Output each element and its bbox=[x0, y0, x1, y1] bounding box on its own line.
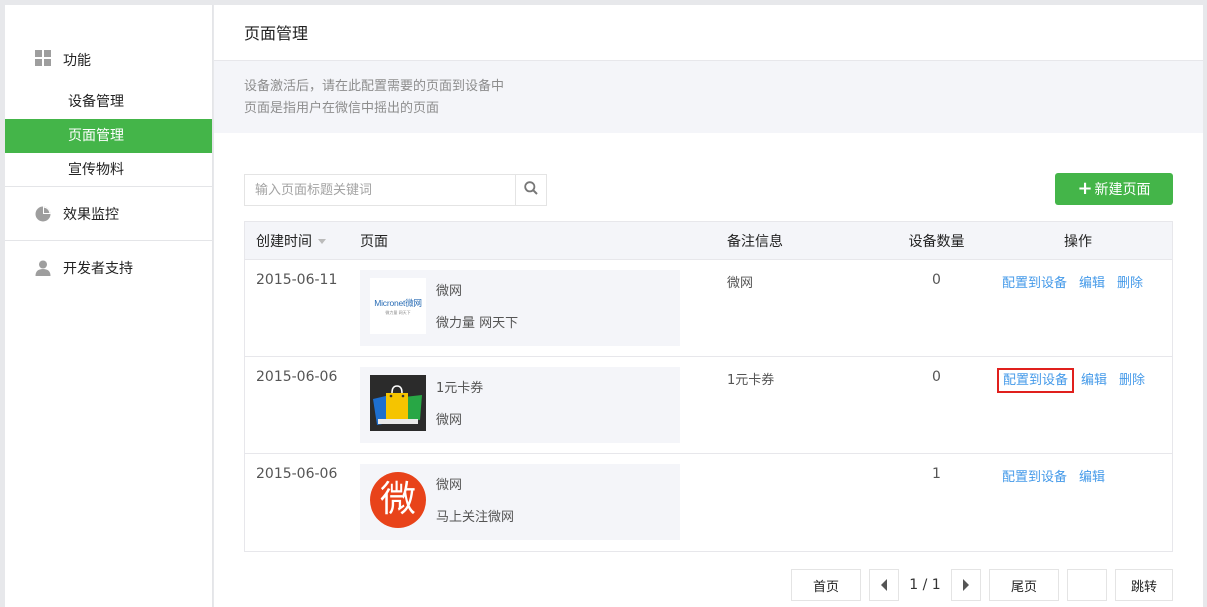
cell-device-count: 1 bbox=[932, 466, 941, 482]
sidebar-item-promo-materials[interactable]: 宣传物料 bbox=[5, 153, 212, 187]
page-title-text: 微网 bbox=[436, 284, 463, 299]
card-text: 1元卡券 微网 bbox=[436, 375, 483, 435]
page-desc-text: 微力量 网天下 bbox=[436, 316, 519, 331]
last-page-button[interactable]: 尾页 bbox=[989, 569, 1059, 601]
header-page: 页面 bbox=[360, 233, 388, 250]
page-title-text: 1元卡券 bbox=[436, 381, 484, 396]
delete-link[interactable]: 删除 bbox=[1119, 373, 1145, 388]
new-page-button[interactable]: + 新建页面 bbox=[1055, 173, 1173, 205]
logo-text: Micronet微网 bbox=[374, 297, 422, 308]
page-card[interactable]: 微 微网 马上关注微网 bbox=[360, 464, 680, 540]
sidebar-item-developer-support[interactable]: 开发者支持 bbox=[5, 241, 212, 294]
sidebar-section-monitor: 效果监控 bbox=[5, 187, 212, 241]
card-text: 微网 微力量 网天下 bbox=[436, 278, 518, 338]
sidebar-item-page-management[interactable]: 页面管理 bbox=[5, 119, 212, 153]
card-text: 微网 马上关注微网 bbox=[436, 472, 514, 532]
page-card[interactable]: 1元卡券 微网 bbox=[360, 367, 680, 443]
sidebar-head-label: 开发者支持 bbox=[63, 260, 133, 277]
sidebar-section-functions: 功能 设备管理 页面管理 宣传物料 bbox=[5, 5, 212, 187]
search-box bbox=[244, 174, 547, 206]
prev-page-button[interactable] bbox=[869, 569, 899, 601]
sidebar-section-developer: 开发者支持 bbox=[5, 241, 212, 294]
cell-note: 微网 bbox=[727, 276, 754, 291]
page-title: 页面管理 bbox=[214, 5, 1203, 61]
table-row: 2015-06-06 微 微网 马上关注微网 1 配置到设备 编辑 bbox=[245, 454, 1172, 551]
edit-link[interactable]: 编辑 bbox=[1079, 276, 1105, 291]
user-icon bbox=[35, 260, 51, 276]
coupon-bags-image bbox=[370, 375, 426, 431]
logo-subtext: 微力量 网天下 bbox=[385, 309, 411, 315]
search-button[interactable] bbox=[515, 175, 546, 205]
notice-line: 设备激活后，请在此配置需要的页面到设备中 bbox=[244, 79, 505, 94]
page-number-input[interactable] bbox=[1067, 569, 1107, 601]
notice-box: 设备激活后，请在此配置需要的页面到设备中 页面是指用户在微信中摇出的页面 bbox=[214, 61, 1203, 133]
cell-created-time: 2015-06-06 bbox=[256, 466, 338, 482]
table-row: 2015-06-11 Micronet微网 微力量 网天下 微网 微力量 网天下… bbox=[245, 260, 1172, 357]
jump-button[interactable]: 跳转 bbox=[1115, 569, 1173, 601]
delete-link[interactable]: 删除 bbox=[1117, 276, 1143, 291]
grid-icon bbox=[35, 50, 51, 66]
cell-created-time: 2015-06-11 bbox=[256, 272, 338, 288]
pages-table: 创建时间 页面 备注信息 设备数量 操作 2015-06-11 Micronet… bbox=[244, 221, 1173, 552]
search-input[interactable] bbox=[245, 175, 515, 205]
cell-actions: 配置到设备 编辑 bbox=[984, 454, 1172, 551]
header-actions: 操作 bbox=[1064, 233, 1092, 250]
caret-left-icon bbox=[881, 579, 887, 591]
pie-chart-icon bbox=[35, 206, 51, 222]
cell-note: 1元卡券 bbox=[727, 373, 775, 388]
cell-page: 微 微网 马上关注微网 bbox=[360, 454, 715, 551]
notice-line: 页面是指用户在微信中摇出的页面 bbox=[244, 101, 440, 116]
cell-page: Micronet微网 微力量 网天下 微网 微力量 网天下 bbox=[360, 260, 715, 356]
cell-page: 1元卡券 微网 bbox=[360, 357, 715, 453]
cell-created-time: 2015-06-06 bbox=[256, 369, 338, 385]
sidebar-head-label: 效果监控 bbox=[63, 206, 119, 223]
edit-link[interactable]: 编辑 bbox=[1081, 373, 1107, 388]
new-page-label: 新建页面 bbox=[1094, 182, 1151, 198]
wei-logo: 微 bbox=[370, 472, 426, 528]
page-title-text: 微网 bbox=[436, 478, 463, 493]
cell-device-count: 0 bbox=[932, 369, 941, 385]
first-page-button[interactable]: 首页 bbox=[791, 569, 861, 601]
logo-text: 微 bbox=[379, 479, 416, 520]
configure-to-device-link[interactable]: 配置到设备 bbox=[996, 368, 1075, 393]
cell-note bbox=[715, 454, 889, 551]
cell-actions: 配置到设备 编辑 删除 bbox=[984, 357, 1172, 453]
sidebar: 功能 设备管理 页面管理 宣传物料 效果监控 开发者支持 bbox=[5, 5, 213, 607]
header-created-time[interactable]: 创建时间 bbox=[245, 231, 360, 251]
sidebar-head-label: 功能 bbox=[63, 53, 91, 69]
header-note: 备注信息 bbox=[727, 233, 783, 250]
toolbar: + 新建页面 bbox=[244, 173, 1173, 207]
micronet-logo: Micronet微网 微力量 网天下 bbox=[370, 278, 426, 334]
page-card[interactable]: Micronet微网 微力量 网天下 微网 微力量 网天下 bbox=[360, 270, 680, 346]
search-icon bbox=[524, 181, 538, 199]
table-row: 2015-06-06 1元卡券 微网 1元卡券 0 配置到设备 编辑 删除 bbox=[245, 357, 1172, 454]
header-device-count: 设备数量 bbox=[908, 233, 965, 250]
sort-down-icon bbox=[318, 239, 326, 244]
configure-to-device-link[interactable]: 配置到设备 bbox=[1002, 470, 1067, 485]
page-desc-text: 微网 bbox=[436, 413, 463, 428]
main-panel: 页面管理 设备激活后，请在此配置需要的页面到设备中 页面是指用户在微信中摇出的页… bbox=[214, 5, 1203, 607]
cell-actions: 配置到设备 编辑 删除 bbox=[984, 260, 1172, 356]
sidebar-item-effect-monitor[interactable]: 效果监控 bbox=[5, 187, 212, 240]
edit-link[interactable]: 编辑 bbox=[1079, 470, 1105, 485]
page-indicator: 1 / 1 bbox=[909, 577, 941, 593]
table-header: 创建时间 页面 备注信息 设备数量 操作 bbox=[245, 222, 1172, 260]
page-desc-text: 马上关注微网 bbox=[436, 510, 515, 525]
next-page-button[interactable] bbox=[951, 569, 981, 601]
configure-to-device-link[interactable]: 配置到设备 bbox=[1002, 276, 1067, 291]
header-label: 创建时间 bbox=[256, 233, 312, 250]
plus-icon: + bbox=[1077, 178, 1093, 199]
cell-device-count: 0 bbox=[932, 272, 941, 288]
sidebar-item-device-management[interactable]: 设备管理 bbox=[5, 85, 212, 119]
caret-right-icon bbox=[963, 579, 969, 591]
pagination: 首页 1 / 1 尾页 跳转 bbox=[791, 569, 1173, 601]
